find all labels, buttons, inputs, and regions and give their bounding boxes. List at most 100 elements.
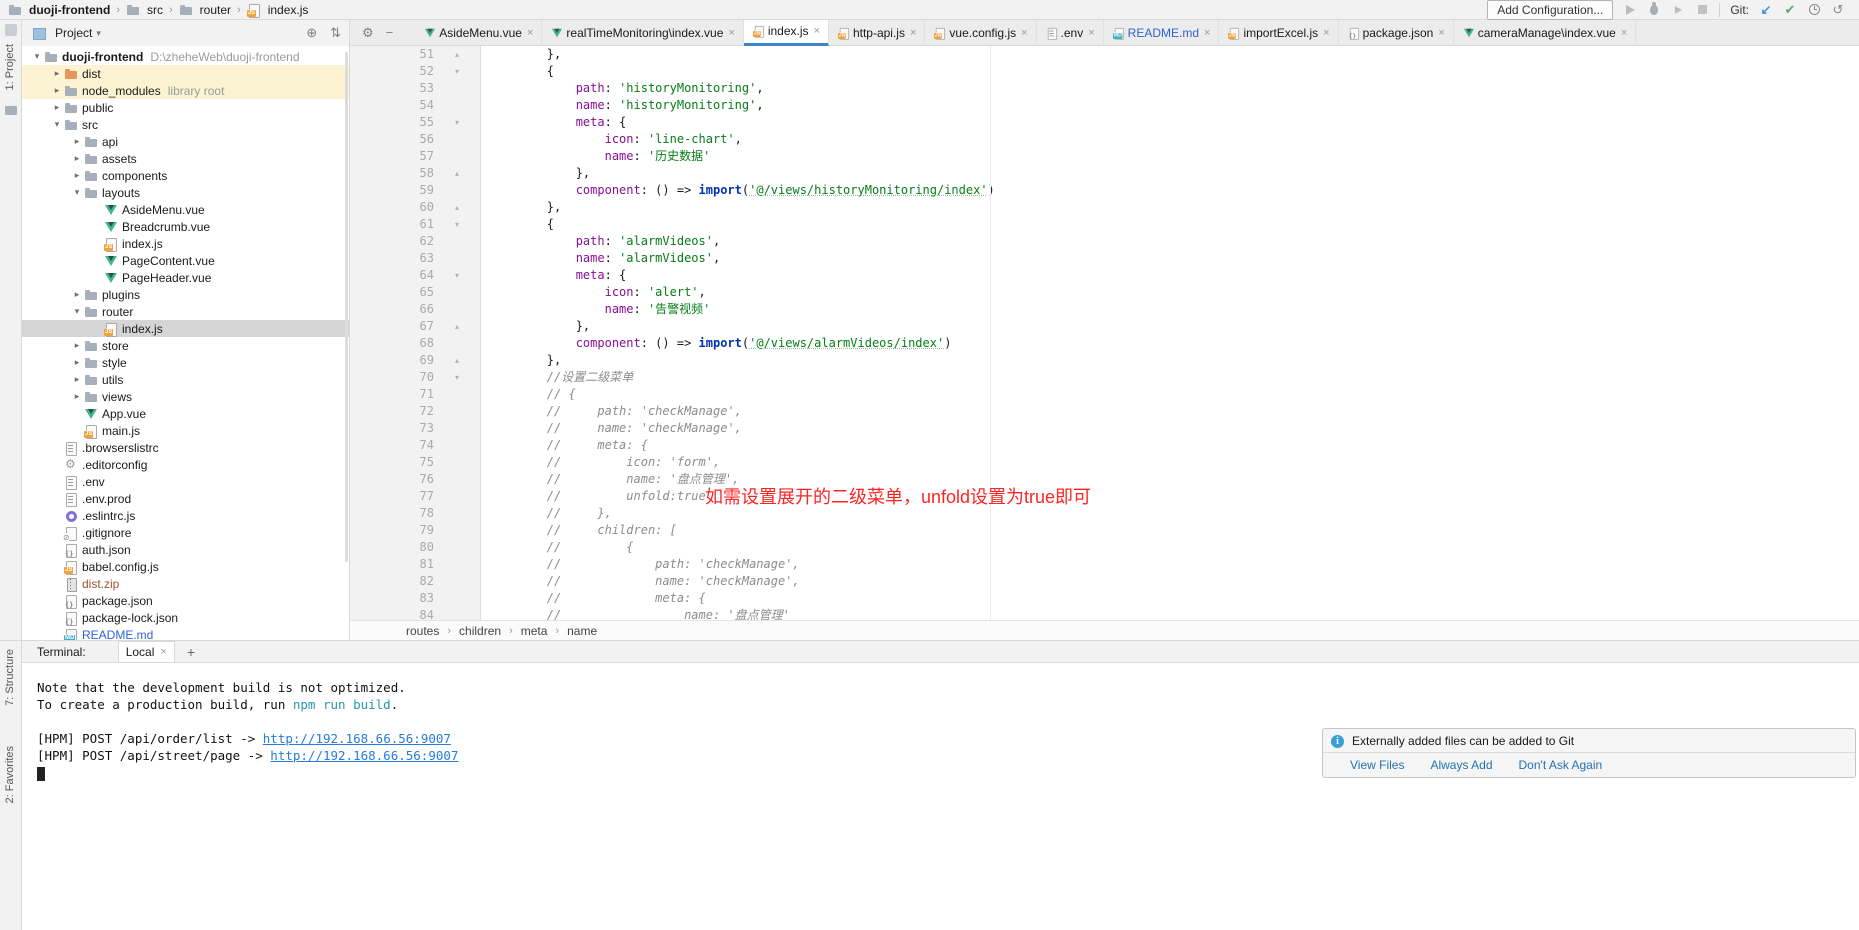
line-number[interactable]: 79 [350,522,434,539]
line-number[interactable]: 81 [350,556,434,573]
code-line[interactable]: 66 name: '告警视频' [350,301,1859,318]
stop-button[interactable] [1695,3,1709,17]
chevron-right-icon[interactable]: ▸ [50,68,64,79]
line-number[interactable]: 59 [350,182,434,199]
code-line[interactable]: 64▾ meta: { [350,267,1859,284]
code-line[interactable]: 62 path: 'alarmVideos', [350,233,1859,250]
tree-item-layouts[interactable]: ▾layouts [22,184,349,201]
fold-marker[interactable]: ▾ [434,267,480,284]
close-icon[interactable]: × [1204,27,1210,39]
breadcrumb-item-index-js[interactable]: index.js [247,3,309,17]
close-icon[interactable]: × [1021,27,1027,39]
chevron-right-icon[interactable]: ▸ [50,102,64,113]
fold-marker[interactable]: ▴ [434,318,480,335]
close-icon[interactable]: × [527,27,533,39]
tree-item-index-js[interactable]: index.js [22,320,349,337]
code-line[interactable]: 84 // name: '盘点管理' [350,607,1859,620]
tab-vue-config-js[interactable]: vue.config.js× [925,20,1036,46]
code-line[interactable]: 59 component: () => import('@/views/hist… [350,182,1859,199]
tab-importexcel-js[interactable]: importExcel.js× [1219,20,1338,46]
project-scrollbar[interactable] [345,52,348,562]
fold-marker[interactable]: ▴ [434,352,480,369]
close-icon[interactable]: × [160,646,166,658]
line-number[interactable]: 77 [350,488,434,505]
code-line[interactable]: 52▾ { [350,63,1859,80]
tab-asidemenu-vue[interactable]: AsideMenu.vue× [415,20,542,46]
tree-item-assets[interactable]: ▸assets [22,150,349,167]
tree-item-asidemenu-vue[interactable]: AsideMenu.vue [22,201,349,218]
line-number[interactable]: 56 [350,131,434,148]
tab-http-api-js[interactable]: http-api.js× [829,20,925,46]
editor-breadcrumb-children[interactable]: children [459,624,501,638]
code-line[interactable]: 69▴ }, [350,352,1859,369]
tree-item-duoji-frontend[interactable]: ▾duoji-frontendD:\zheheWeb\duoji-fronten… [22,48,349,65]
fold-marker[interactable]: ▾ [434,114,480,131]
line-number[interactable]: 54 [350,97,434,114]
fold-marker[interactable]: ▴ [434,165,480,182]
tree-item-public[interactable]: ▸public [22,99,349,116]
line-number[interactable]: 71 [350,386,434,403]
line-number[interactable]: 82 [350,573,434,590]
tree-item-gitignore[interactable]: .gitignore [22,524,349,541]
tree-item-pagecontent-vue[interactable]: PageContent.vue [22,252,349,269]
line-number[interactable]: 65 [350,284,434,301]
chevron-right-icon[interactable]: ▸ [70,289,84,300]
tab-env[interactable]: .env× [1037,20,1104,46]
notification-link-don-t-ask-again[interactable]: Don't Ask Again [1519,758,1603,772]
code-line[interactable]: 56 icon: 'line-chart', [350,131,1859,148]
chevron-right-icon[interactable]: ▸ [70,391,84,402]
tree-item-pageheader-vue[interactable]: PageHeader.vue [22,269,349,286]
tree-item-store[interactable]: ▸store [22,337,349,354]
code-editor[interactable]: 51▴ },52▾ {53 path: 'historyMonitoring',… [350,46,1859,620]
tab-readme-md[interactable]: README.md× [1104,20,1220,46]
line-number[interactable]: 69 [350,352,434,369]
tree-item-package-lock-json[interactable]: package-lock.json [22,609,349,626]
close-icon[interactable]: × [1438,27,1444,39]
fold-marker[interactable]: ▾ [434,63,480,80]
code-line[interactable]: 51▴ }, [350,46,1859,63]
line-number[interactable]: 52 [350,63,434,80]
tab-realtimemonitoring-index-vue[interactable]: realTimeMonitoring\index.vue× [542,20,743,46]
tree-item-utils[interactable]: ▸utils [22,371,349,388]
line-number[interactable]: 68 [350,335,434,352]
line-number[interactable]: 78 [350,505,434,522]
tree-item-dist-zip[interactable]: dist.zip [22,575,349,592]
line-number[interactable]: 64 [350,267,434,284]
run-coverage-button[interactable] [1671,3,1685,17]
code-line[interactable]: 83 // meta: { [350,590,1859,607]
tab-index-js[interactable]: index.js× [744,20,829,46]
chevron-right-icon[interactable]: ▸ [50,85,64,96]
notification-link-always-add[interactable]: Always Add [1430,758,1492,772]
tree-item-dist[interactable]: ▸dist [22,65,349,82]
code-line[interactable]: 65 icon: 'alert', [350,284,1859,301]
add-configuration-button[interactable]: Add Configuration... [1487,0,1613,20]
line-number[interactable]: 61 [350,216,434,233]
code-line[interactable]: 72 // path: 'checkManage', [350,403,1859,420]
notification-link-view-files[interactable]: View Files [1350,758,1404,772]
breadcrumb-item-router[interactable]: router [179,3,231,17]
code-line[interactable]: 55▾ meta: { [350,114,1859,131]
rollback-button[interactable]: ↺ [1831,3,1845,17]
tab-package-json[interactable]: package.json× [1339,20,1454,46]
tree-item-babel-config-js[interactable]: babel.config.js [22,558,349,575]
close-icon[interactable]: × [1323,27,1329,39]
terminal-link[interactable]: http://192.168.66.56:9007 [270,748,458,763]
close-icon[interactable]: × [1088,27,1094,39]
chevron-down-icon[interactable]: ▾ [70,306,84,317]
code-line[interactable]: 53 path: 'historyMonitoring', [350,80,1859,97]
tool-window-button[interactable] [5,24,17,36]
hide-panel-icon[interactable]: − [386,25,394,40]
line-number[interactable]: 60 [350,199,434,216]
code-line[interactable]: 74 // meta: { [350,437,1859,454]
chevron-down-icon[interactable]: ▾ [70,187,84,198]
locate-file-button[interactable]: ⊕ [306,25,317,41]
code-line[interactable]: 75 // icon: 'form', [350,454,1859,471]
line-number[interactable]: 72 [350,403,434,420]
code-line[interactable]: 61▾ { [350,216,1859,233]
tree-item-src[interactable]: ▾src [22,116,349,133]
tree-item-plugins[interactable]: ▸plugins [22,286,349,303]
line-number[interactable]: 76 [350,471,434,488]
fold-marker[interactable]: ▴ [434,46,480,63]
code-line[interactable]: 79 // children: [ [350,522,1859,539]
chevron-right-icon[interactable]: ▸ [70,374,84,385]
